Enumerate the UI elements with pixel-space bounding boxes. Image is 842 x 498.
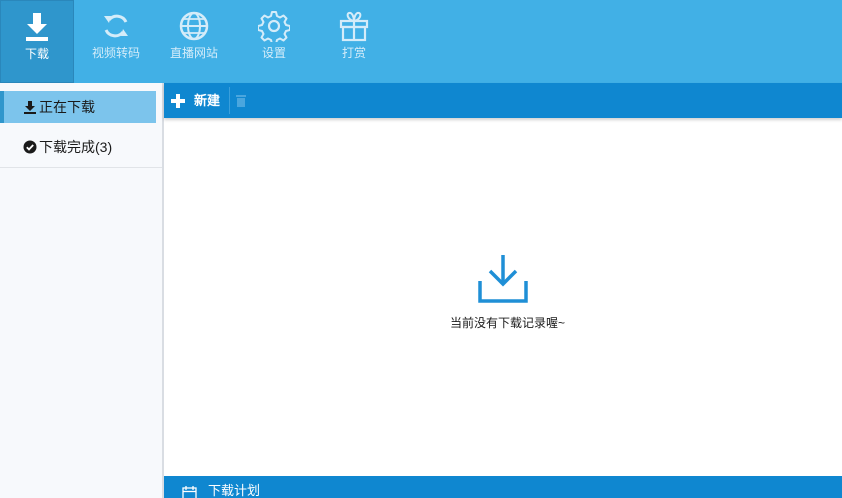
calendar-icon [182,486,197,498]
empty-state-message: 当前没有下载记录喔~ [449,316,565,330]
action-bar: 新建 [164,83,842,118]
trash-icon[interactable] [236,94,246,107]
toolbar-settings-label: 设置 [261,46,286,60]
toolbar-settings-button[interactable]: 设置 [237,0,311,83]
toolbar-tip-label: 打赏 [341,46,366,60]
toolbar-transcode-label: 视频转码 [91,46,140,60]
sidebar-item-downloading-label: 正在下载 [39,99,95,115]
refresh-icon [104,14,128,38]
toolbar-tip-button[interactable]: 打赏 [317,0,391,83]
download-tray-icon [478,255,528,303]
sidebar: 正在下载 下载完成(3) [0,83,164,498]
download-schedule-label: 下载计划 [208,483,261,498]
download-icon [26,13,48,41]
new-download-button[interactable]: 新建 [164,83,228,118]
sidebar-item-completed-label: 下载完成(3) [39,139,113,155]
sidebar-item-completed[interactable]: 下载完成(3) [3,131,156,163]
toolbar-download-button[interactable]: 下载 [0,0,74,83]
sidebar-item-downloading[interactable]: 正在下载 [0,91,156,123]
toolbar-live-sites-button[interactable]: 直播网站 [157,0,231,83]
toolbar-transcode-button[interactable]: 视频转码 [79,0,153,83]
sidebar-divider [0,167,162,168]
gift-icon [339,11,369,42]
new-download-label: 新建 [194,93,221,108]
toolbar-download-label: 下载 [24,47,49,61]
action-bar-divider [229,87,230,114]
gear-icon [258,11,290,42]
download-schedule-bar[interactable]: 下载计划 [164,476,842,498]
toolbar-live-sites-label: 直播网站 [169,46,218,60]
globe-icon [179,11,209,41]
top-toolbar: 下载 视频转码 直播网站 设置 打赏 [0,0,842,83]
download-small-icon [24,101,36,114]
plus-icon [171,94,185,108]
check-circle-icon [23,140,37,154]
